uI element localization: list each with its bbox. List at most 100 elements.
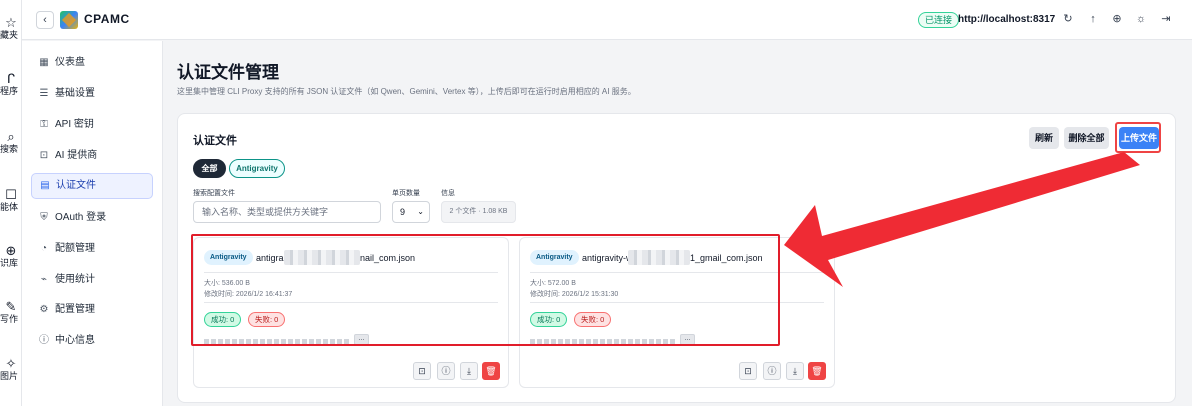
usage-dots (204, 339, 349, 344)
page-size-value: 9 (400, 207, 406, 217)
rail-label: 搜索 (0, 144, 18, 154)
model-bot-icon[interactable]: ⊡ (413, 362, 431, 380)
sidebar-item-label: OAuth 登录 (55, 212, 107, 223)
sidebar-item-oauth-login[interactable]: ⛨ OAuth 登录 (31, 205, 153, 231)
redacted-blur (628, 250, 690, 265)
sidebar-item-label: 认证文件 (56, 180, 96, 191)
model-bot-icon[interactable]: ⊡ (739, 362, 757, 380)
sidebar: ▦ 仪表盘 ☰ 基础设置 ⚿ API 密钥 ⊡ AI 提供商 ▤ 认证文件 ⛨ OAuth … (22, 41, 163, 406)
panel-title: 认证文件 (193, 135, 237, 147)
key-icon: ⚿ (40, 119, 48, 130)
info-icon: ⓘ (39, 335, 49, 346)
sidebar-item-label: AI 提供商 (55, 150, 98, 161)
sidebar-item-basic-settings[interactable]: ☰ 基础设置 (31, 81, 153, 107)
file-name-end: nail_com.json (360, 253, 416, 263)
rail-favorites[interactable]: ☆ 藏夹 (0, 15, 21, 41)
info-icon[interactable]: ⓘ (763, 362, 781, 380)
gauge-icon: ◔ (40, 243, 48, 254)
rail-label: 识库 (0, 258, 18, 268)
server-url: http://localhost:8317 (958, 14, 1056, 25)
globe-icon[interactable]: ⊕ (1110, 12, 1124, 26)
refresh-button[interactable]: 刷新 (1029, 127, 1059, 149)
divider (204, 302, 498, 303)
auth-files-panel: 认证文件 刷新 删除全部 上传文件 全部 Antigravity 搜索配置文件 … (177, 113, 1176, 403)
auth-file-card[interactable]: Antigravity antigra nail_com.json 大小: 53… (193, 237, 509, 388)
filter-antigravity[interactable]: Antigravity (229, 159, 285, 178)
sliders-icon: ☰ (39, 88, 49, 99)
file-modified: 修改时间: 2026/1/2 16:41:37 (204, 291, 293, 298)
more-button[interactable]: ... (680, 334, 695, 345)
more-button[interactable]: ... (354, 334, 369, 345)
provider-tag: Antigravity (204, 250, 253, 265)
sidebar-item-usage-stats[interactable]: ⌁ 使用统计 (31, 267, 153, 293)
rail-knowledge[interactable]: ⊕ 识库 (0, 243, 21, 269)
back-button[interactable]: ‹ (36, 11, 54, 29)
failure-count: 失败: 0 (574, 312, 612, 327)
sidebar-item-api-keys[interactable]: ⚿ API 密钥 (31, 112, 153, 138)
redacted-blur (284, 250, 360, 265)
robot-icon: ☐ (5, 187, 17, 202)
app-rail: ☆ 藏夹 ᒋ 程序 ⌕ 搜索 ☐ 能体 ⊕ 识库 ✎ 写作 ✧ 图片 (0, 0, 22, 406)
rail-writing[interactable]: ✎ 写作 (0, 300, 21, 325)
success-count: 成功: 0 (530, 312, 568, 327)
download-icon[interactable]: ⤓ (460, 362, 478, 380)
sidebar-item-label: API 密钥 (55, 119, 94, 130)
rail-label: 能体 (0, 202, 18, 212)
sidebar-item-center-info[interactable]: ⓘ 中心信息 (31, 328, 153, 354)
sidebar-item-ai-providers[interactable]: ⊡ AI 提供商 (31, 143, 153, 169)
file-modified: 修改时间: 2026/1/2 15:31:30 (530, 291, 619, 298)
provider-tag: Antigravity (530, 250, 579, 265)
file-icon: ▤ (40, 180, 50, 191)
sidebar-item-label: 基础设置 (55, 88, 95, 99)
chevron-down-icon: ⌄ (417, 207, 424, 216)
auth-file-card[interactable]: Antigravity antigravity-w 1_gmail_com.js… (519, 237, 835, 388)
app-logo-icon (60, 11, 78, 29)
theme-sun-icon[interactable]: ☼ (1134, 12, 1148, 26)
logout-icon[interactable]: ⇥ (1159, 12, 1173, 26)
file-name-start: antigravity-w (582, 253, 633, 263)
search-label: 搜索配置文件 (193, 190, 235, 197)
plus-circle-icon: ⊕ (5, 243, 17, 258)
usage-dots (530, 339, 675, 344)
connection-status-badge: 已连接 (918, 12, 960, 28)
rail-search[interactable]: ⌕ 搜索 (0, 129, 21, 155)
sidebar-item-auth-files[interactable]: ▤ 认证文件 (31, 173, 153, 199)
divider (204, 272, 498, 273)
search-input[interactable] (193, 201, 381, 223)
rail-images[interactable]: ✧ 图片 (0, 357, 21, 382)
dashboard-icon: ▦ (39, 57, 49, 68)
sidebar-item-label: 配置管理 (55, 304, 95, 315)
trash-icon[interactable]: 🗑 (808, 362, 826, 380)
page-size-label: 单页数量 (392, 190, 420, 197)
file-name-end: 1_gmail_com.json (690, 253, 763, 263)
delete-all-button[interactable]: 删除全部 (1064, 127, 1109, 149)
path-icon: ᒋ (6, 71, 16, 86)
info-icon[interactable]: ⓘ (437, 362, 455, 380)
file-size: 大小: 536.00 B (204, 280, 250, 287)
sidebar-item-label: 中心信息 (55, 335, 95, 346)
refresh-icon[interactable]: ↻ (1061, 12, 1075, 26)
rail-label: 写作 (0, 314, 18, 324)
failure-count: 失败: 0 (248, 312, 286, 327)
page-size-select[interactable]: 9 ⌄ (392, 201, 430, 223)
download-icon[interactable]: ⤓ (786, 362, 804, 380)
bot-icon: ⊡ (39, 150, 49, 161)
sidebar-item-label: 仪表盘 (55, 57, 85, 68)
sidebar-item-label: 使用统计 (55, 274, 95, 285)
app-name: CPAMC (84, 12, 130, 26)
star-icon: ☆ (5, 15, 17, 30)
rail-programs[interactable]: ᒋ 程序 (0, 71, 21, 97)
upload-icon[interactable]: ↑ (1086, 12, 1100, 26)
chart-icon: ⌁ (40, 274, 48, 285)
sidebar-item-config[interactable]: ⚙ 配置管理 (31, 297, 153, 323)
sidebar-item-quota[interactable]: ◔ 配额管理 (31, 236, 153, 262)
page-title: 认证文件管理 (177, 63, 279, 82)
filter-all[interactable]: 全部 (193, 159, 226, 178)
divider (530, 302, 824, 303)
info-label: 信息 (441, 190, 455, 197)
rail-agents[interactable]: ☐ 能体 (0, 187, 21, 213)
trash-icon[interactable]: 🗑 (482, 362, 500, 380)
sidebar-item-dashboard[interactable]: ▦ 仪表盘 (31, 50, 153, 76)
search-icon: ⌕ (7, 129, 15, 144)
page-description: 这里集中管理 CLI Proxy 支持的所有 JSON 认证文件（如 Qwen、… (177, 87, 636, 96)
